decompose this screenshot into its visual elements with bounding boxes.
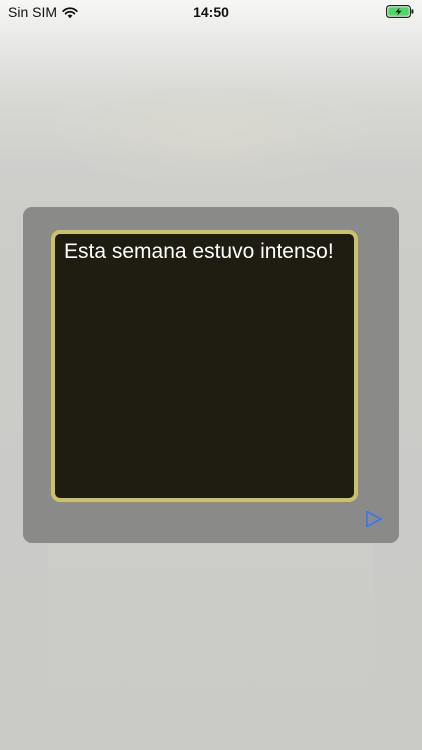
background-band (48, 540, 374, 750)
message-panel: Esta semana estuvo intenso! (23, 207, 399, 543)
status-time: 14:50 (193, 4, 229, 20)
message-text-area[interactable]: Esta semana estuvo intenso! (51, 230, 358, 502)
background-blur (40, 70, 380, 190)
play-outline-icon[interactable] (364, 509, 384, 529)
message-text: Esta semana estuvo intenso! (64, 240, 334, 263)
status-bar: Sin SIM 14:50 (0, 0, 422, 24)
battery-charging-icon (386, 5, 414, 18)
